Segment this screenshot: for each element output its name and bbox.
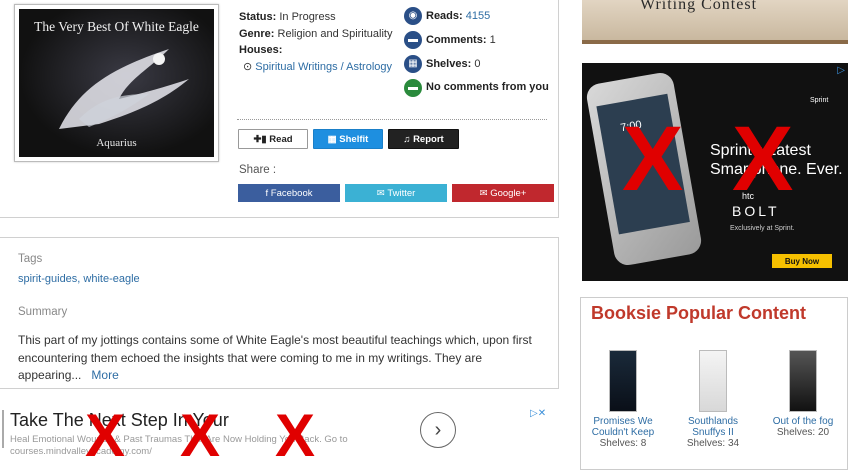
popular-item[interactable]: Promises We Couldn't Keep Shelves: 8	[583, 350, 663, 449]
book-cover[interactable]: The Very Best Of White Eagle Aquarius	[14, 4, 219, 162]
summary-text: This part of my jottings contains some o…	[18, 332, 538, 385]
facebook-label: Facebook	[270, 187, 313, 199]
story-meta: Status: In Progress Genre: Religion and …	[239, 9, 399, 75]
clock-icon: ⊙	[243, 60, 253, 73]
popular-item-shelves: Shelves: 20	[776, 427, 830, 438]
googleplus-label: Google+	[490, 187, 527, 199]
twitter-label: Twitter	[387, 187, 416, 199]
red-x-mark: X	[622, 108, 684, 210]
comments-label: Comments:	[426, 34, 487, 46]
more-link[interactable]: More	[85, 368, 119, 382]
adchoices-icon[interactable]: ▷✕	[530, 408, 546, 419]
story-details-card: Tags spirit-guides, white-eagle Summary …	[0, 237, 559, 389]
adchoices-icon[interactable]: ▷	[837, 65, 845, 76]
no-comments-text: No comments from you	[426, 81, 549, 93]
popular-item[interactable]: Southlands Snuffys II Shelves: 34	[673, 350, 753, 449]
tags-list[interactable]: spirit-guides, white-eagle	[18, 273, 140, 285]
book-thumbnail[interactable]	[609, 350, 637, 412]
ad-desc-url: courses.mindvalleyacademy.com/	[10, 446, 152, 457]
bottom-ad[interactable]: Take The Next Step In Your Heal Emotiona…	[0, 404, 558, 470]
comments-value: 1	[489, 34, 496, 46]
red-x-mark: X	[275, 402, 316, 469]
tags-label: Tags	[18, 253, 43, 265]
popular-item-title[interactable]: Southlands Snuffys II	[673, 416, 753, 438]
shelfit-button[interactable]: ▦ Shelfit	[313, 129, 383, 149]
cover-image: The Very Best Of White Eagle Aquarius	[19, 9, 214, 157]
ad-desc-go: Go to	[324, 434, 348, 445]
genre-value: Religion and Spirituality	[277, 27, 393, 40]
bolt-subtext: Exclusively at Sprint.	[730, 225, 795, 232]
cover-subtitle: Aquarius	[96, 137, 137, 149]
plus-book-icon: ✚▮	[253, 133, 270, 145]
shelfit-label: Shelfit	[339, 133, 369, 145]
reads-value: 4155	[465, 10, 491, 22]
summary-label: Summary	[18, 306, 68, 318]
red-x-mark: X	[732, 108, 794, 210]
read-button[interactable]: ✚▮ Read	[238, 129, 308, 149]
story-stats: ◉ Reads: 4155 ▬ Comments: 1 ▦ Shelves: 0 ▬ N…	[404, 7, 549, 103]
writing-contest-banner[interactable]: Writing Contest	[582, 0, 848, 44]
read-label: Read	[269, 133, 293, 145]
report-label: Report	[413, 133, 444, 145]
red-x-mark: X	[85, 402, 126, 469]
twitter-share-button[interactable]: ✉ Twitter	[345, 184, 447, 202]
popular-item[interactable]: Out of the fog Shelves: 20	[763, 350, 843, 438]
cover-title: The Very Best Of White Eagle	[34, 19, 199, 34]
status-label: Status:	[239, 11, 277, 23]
genre-label: Genre:	[239, 27, 275, 40]
googleplus-share-button[interactable]: ✉ Google+	[452, 184, 554, 202]
sprint-ad[interactable]: ▷ 7:00 Sprint Sprint's Latest Smartphone…	[582, 63, 848, 281]
story-info-card: The Very Best Of White Eagle Aquarius St…	[0, 0, 559, 218]
divider	[237, 119, 547, 120]
report-button[interactable]: ♫ Report	[388, 129, 459, 149]
comment-icon: ▬	[404, 31, 422, 49]
shelves-label: Shelves:	[426, 58, 472, 70]
ad-arrow-button[interactable]: ›	[420, 412, 456, 448]
more-label: More	[91, 368, 119, 382]
googleplus-icon: ✉	[479, 187, 491, 199]
popular-item-shelves: Shelves: 34	[686, 438, 740, 449]
shelves-value: 0	[474, 58, 481, 70]
banner-text: Writing Contest	[640, 0, 758, 13]
red-x-mark: X	[180, 402, 221, 469]
share-label: Share :	[239, 164, 277, 176]
house-link[interactable]: Spiritual Writings / Astrology	[255, 61, 392, 73]
houses-label: Houses:	[239, 44, 283, 56]
facebook-share-button[interactable]: f Facebook	[238, 184, 340, 202]
eye-icon: ◉	[404, 7, 422, 25]
book-thumbnail[interactable]	[699, 350, 727, 412]
bell-icon: ♫	[403, 133, 414, 145]
ad-accent-bar	[2, 410, 4, 448]
buy-now-button[interactable]: Buy Now	[772, 254, 832, 268]
status-value: In Progress	[279, 11, 336, 23]
popular-content-panel: Booksie Popular Content Promises We Coul…	[580, 297, 848, 470]
twitter-icon: ✉	[376, 187, 388, 199]
book-thumbnail[interactable]	[789, 350, 817, 412]
popular-item-shelves: Shelves: 8	[599, 438, 647, 449]
popular-item-title[interactable]: Out of the fog	[763, 416, 843, 427]
popular-item-title[interactable]: Promises We Couldn't Keep	[583, 416, 663, 438]
popular-title: Booksie Popular Content	[591, 303, 807, 323]
shelf-icon: ▦	[404, 55, 422, 73]
grid-icon: ▦	[327, 133, 340, 145]
speech-bubble-icon: ▬	[404, 79, 422, 97]
reads-label: Reads:	[426, 10, 463, 22]
sprint-logo: Sprint	[810, 97, 829, 104]
